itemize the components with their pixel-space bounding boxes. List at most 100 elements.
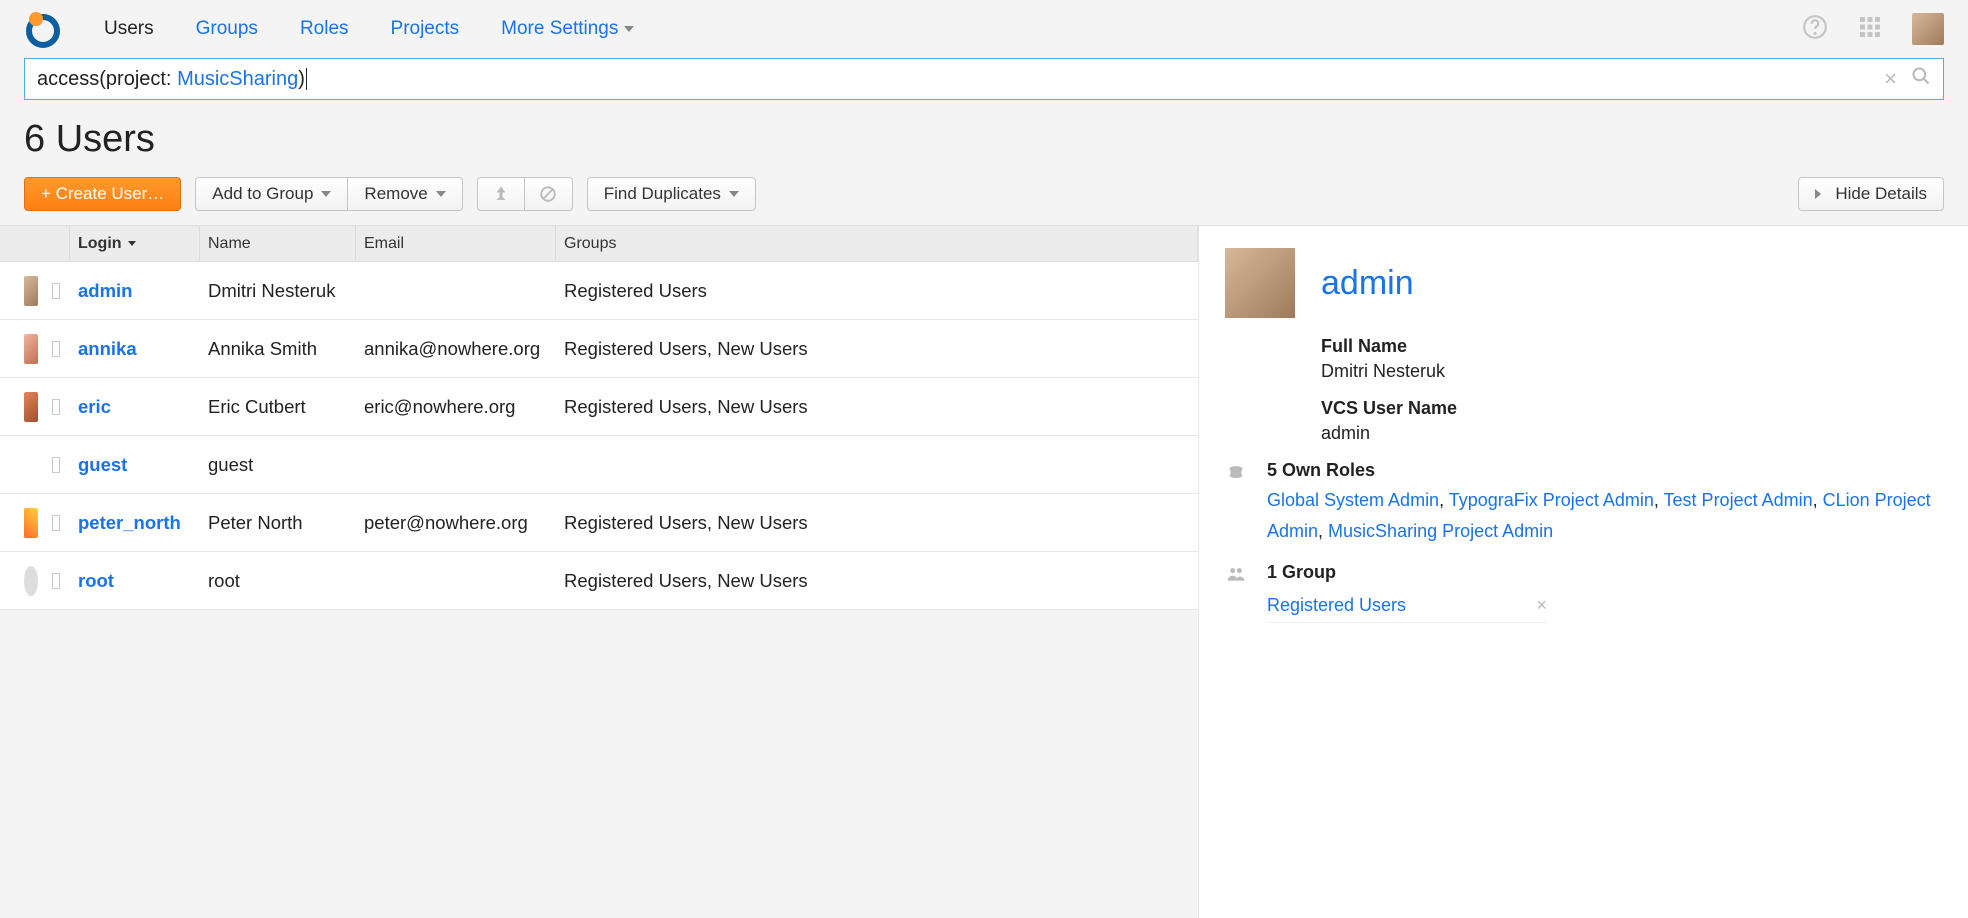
clear-search-icon[interactable]: ×	[1884, 66, 1897, 92]
detail-roles: 5 Own Roles Global System Admin, Typogra…	[1225, 460, 1942, 546]
row-login: admin	[70, 280, 200, 302]
detail-login-link[interactable]: admin	[1321, 264, 1414, 303]
top-bar: Users Groups Roles Projects More Setting…	[0, 0, 1968, 58]
row-name: Annika Smith	[200, 338, 356, 360]
table-row[interactable]: adminDmitri NesterukRegistered Users	[0, 262, 1198, 320]
row-name: root	[200, 570, 356, 592]
row-login: guest	[70, 454, 200, 476]
row-email: annika@nowhere.org	[356, 338, 556, 360]
row-checkbox[interactable]	[52, 341, 60, 357]
roles-icon	[1225, 462, 1247, 546]
row-groups: Registered Users	[556, 280, 1198, 302]
col-name[interactable]: Name	[200, 226, 356, 261]
row-checkbox[interactable]	[52, 283, 60, 299]
user-avatar	[24, 334, 38, 364]
group-link[interactable]: Registered Users	[1267, 595, 1406, 616]
detail-groups: 1 Group Registered Users ×	[1225, 562, 1942, 623]
table-header: Login Name Email Groups	[0, 226, 1198, 262]
table-body: adminDmitri NesterukRegistered Usersanni…	[0, 262, 1198, 610]
role-link[interactable]: TypograFix Project Admin	[1449, 490, 1654, 510]
col-email[interactable]: Email	[356, 226, 556, 261]
app-logo[interactable]	[24, 10, 62, 48]
nav-projects[interactable]: Projects	[391, 18, 460, 40]
remove-label: Remove	[364, 184, 427, 204]
nav-links: Users Groups Roles Projects More Setting…	[104, 18, 634, 40]
user-login-link[interactable]: admin	[78, 280, 132, 301]
table-row[interactable]: peter_northPeter Northpeter@nowhere.orgR…	[0, 494, 1198, 552]
detail-vcs-name: VCS User Name admin	[1321, 398, 1942, 444]
add-to-group-button[interactable]: Add to Group	[195, 177, 348, 211]
content-split: Login Name Email Groups adminDmitri Nest…	[0, 225, 1968, 918]
user-login-link[interactable]: peter_north	[78, 512, 181, 533]
nav-more-settings[interactable]: More Settings	[501, 18, 634, 40]
row-groups: Registered Users, New Users	[556, 570, 1198, 592]
role-link[interactable]: Test Project Admin	[1664, 490, 1813, 510]
search-bar[interactable]: access(project: MusicSharing) ×	[24, 58, 1944, 100]
roles-label: 5 Own Roles	[1267, 460, 1942, 481]
table-row[interactable]: annika Annika Smithannika@nowhere.orgRegi…	[0, 320, 1198, 378]
hide-details-label: Hide Details	[1835, 184, 1927, 204]
nav-more-settings-label: More Settings	[501, 18, 618, 40]
sort-indicator-icon	[128, 241, 136, 246]
search-actions: ×	[1884, 66, 1931, 92]
ban-button[interactable]	[525, 177, 573, 211]
user-avatar	[24, 566, 38, 596]
user-login-link[interactable]: eric	[78, 396, 111, 417]
user-avatar	[24, 392, 38, 422]
row-email: peter@nowhere.org	[356, 512, 556, 534]
hide-details-button[interactable]: Hide Details	[1798, 177, 1944, 211]
group-icon	[1225, 564, 1247, 623]
merge-ban-group	[477, 177, 573, 211]
user-login-link[interactable]: guest	[78, 454, 127, 475]
detail-header: admin	[1225, 248, 1942, 318]
toolbar: + Create User… Add to Group Remove Find …	[0, 177, 1968, 225]
current-user-avatar[interactable]	[1912, 13, 1944, 45]
role-link[interactable]: MusicSharing Project Admin	[1328, 521, 1553, 541]
help-icon[interactable]	[1802, 14, 1828, 45]
row-avatar-cell	[0, 450, 70, 480]
user-login-link[interactable]: annika	[78, 338, 137, 359]
row-email: eric@nowhere.org	[356, 396, 556, 418]
add-to-group-label: Add to Group	[212, 184, 313, 204]
search-icon[interactable]	[1911, 66, 1931, 92]
vcs-value: admin	[1321, 423, 1942, 444]
row-checkbox[interactable]	[52, 457, 60, 473]
create-user-button[interactable]: + Create User…	[24, 177, 181, 211]
row-avatar-cell	[0, 334, 70, 364]
chevron-down-icon	[729, 191, 739, 197]
full-name-label: Full Name	[1321, 336, 1942, 357]
chevron-down-icon	[436, 191, 446, 197]
nav-users[interactable]: Users	[104, 18, 154, 40]
nav-right	[1802, 13, 1944, 45]
user-login-link[interactable]: root	[78, 570, 114, 591]
row-groups: Registered Users, New Users	[556, 338, 1198, 360]
role-link[interactable]: Global System Admin	[1267, 490, 1439, 510]
vcs-label: VCS User Name	[1321, 398, 1942, 419]
row-checkbox[interactable]	[52, 399, 60, 415]
row-login: eric	[70, 396, 200, 418]
remove-group-icon[interactable]: ×	[1536, 595, 1547, 616]
nav-roles[interactable]: Roles	[300, 18, 349, 40]
text-cursor	[306, 68, 307, 90]
chevron-down-icon	[321, 191, 331, 197]
table-row[interactable]: ericEric Cutberteric@nowhere.orgRegister…	[0, 378, 1198, 436]
detail-panel: admin Full Name Dmitri Nesteruk VCS User…	[1198, 226, 1968, 918]
row-checkbox[interactable]	[52, 515, 60, 531]
apps-grid-icon[interactable]	[1858, 15, 1882, 44]
col-groups[interactable]: Groups	[556, 226, 1198, 261]
full-name-value: Dmitri Nesteruk	[1321, 361, 1942, 382]
find-duplicates-button[interactable]: Find Duplicates	[587, 177, 756, 211]
merge-button[interactable]	[477, 177, 525, 211]
search-text-prefix: access(project:	[37, 68, 177, 90]
row-login: annika	[70, 338, 200, 360]
row-avatar-cell	[0, 508, 70, 538]
table-row[interactable]: root root Registered Users, New Users	[0, 552, 1198, 610]
row-checkbox[interactable]	[52, 573, 60, 589]
row-groups: Registered Users, New Users	[556, 396, 1198, 418]
search-input[interactable]: access(project: MusicSharing)	[37, 68, 1884, 91]
chevron-down-icon	[624, 26, 634, 32]
remove-button[interactable]: Remove	[348, 177, 462, 211]
col-login[interactable]: Login	[70, 226, 200, 261]
nav-groups[interactable]: Groups	[196, 18, 258, 40]
table-row[interactable]: guestguest	[0, 436, 1198, 494]
